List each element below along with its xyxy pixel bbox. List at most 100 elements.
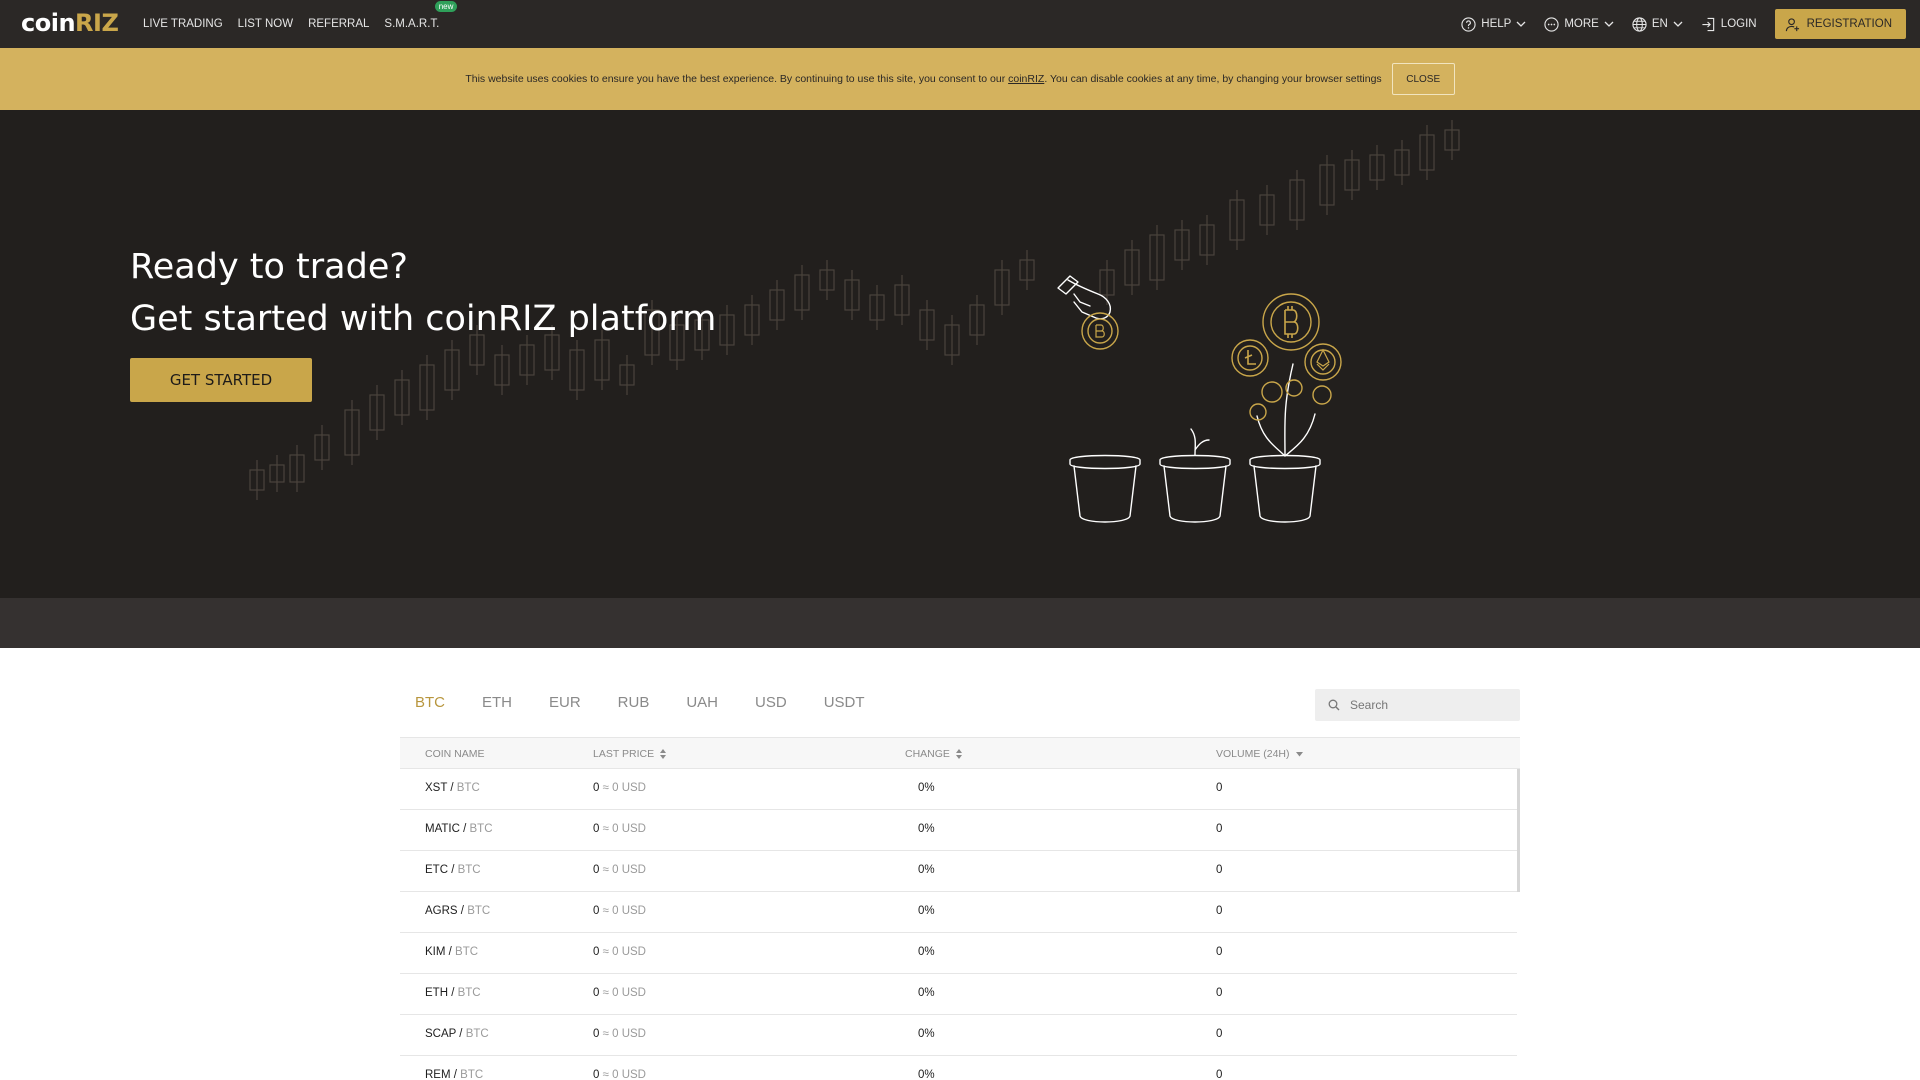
coin-pair: SCAP / BTC xyxy=(425,1028,489,1040)
table-row[interactable]: ETH / BTC 0 ≈ 0 USD 0% 0 xyxy=(400,974,1517,1015)
more-label: MORE xyxy=(1564,18,1599,30)
hero-title-line2: Get started with coinRIZ platform xyxy=(130,299,717,339)
volume-value: 0 xyxy=(1216,823,1223,835)
hero-title-line1: Ready to trade? xyxy=(130,247,408,287)
table-row[interactable]: MATIC / BTC 0 ≈ 0 USD 0% 0 xyxy=(400,810,1517,851)
price-value: 0 xyxy=(593,1028,600,1040)
tab-usd[interactable]: USD xyxy=(755,694,787,711)
table-row[interactable]: AGRS / BTC 0 ≈ 0 USD 0% 0 xyxy=(400,892,1517,933)
coin-pair: ETC / BTC xyxy=(425,864,481,876)
nav-link-referral[interactable]: REFERRAL xyxy=(308,18,369,30)
change-value: 0% xyxy=(918,782,935,794)
last-price: 0 ≈ 0 USD xyxy=(593,946,646,958)
price-value: 0 xyxy=(593,905,600,917)
hero-section: Ready to trade? Get started with coinRIZ… xyxy=(0,110,1920,598)
column-last-price[interactable]: LAST PRICE xyxy=(593,748,667,760)
login-icon xyxy=(1702,17,1715,31)
price-value: 0 xyxy=(593,946,600,958)
coin-pair: AGRS / BTC xyxy=(425,905,491,917)
cookie-policy-link[interactable]: coinRIZ xyxy=(1008,73,1044,85)
cookie-text-before: This website uses cookies to ensure you … xyxy=(465,73,1009,85)
help-menu[interactable]: HELP xyxy=(1461,16,1526,32)
hero-bottom-band xyxy=(0,598,1920,648)
price-usd: ≈ 0 USD xyxy=(602,864,646,876)
change-value: 0% xyxy=(918,864,935,876)
table-row[interactable]: XST / BTC 0 ≈ 0 USD 0% 0 xyxy=(400,769,1517,810)
coin-symbol: SCAP xyxy=(425,1028,457,1040)
table-row[interactable]: KIM / BTC 0 ≈ 0 USD 0% 0 xyxy=(400,933,1517,974)
chevron-down-icon xyxy=(1604,21,1614,27)
registration-button[interactable]: REGISTRATION xyxy=(1774,9,1906,39)
price-usd: ≈ 0 USD xyxy=(602,1028,646,1040)
coin-pair: ETH / BTC xyxy=(425,987,481,999)
login-label: LOGIN xyxy=(1720,18,1757,30)
column-change[interactable]: CHANGE xyxy=(905,748,962,760)
nav-link-smart[interactable]: S.M.A.R.T. new xyxy=(384,1,458,30)
coin-symbol: REM xyxy=(425,1069,451,1080)
change-value: 0% xyxy=(918,946,935,958)
help-icon xyxy=(1461,16,1476,32)
coin-pair: XST / BTC xyxy=(425,782,480,794)
price-usd: ≈ 0 USD xyxy=(602,823,646,835)
market-section: BTC ETH EUR RUB UAH USD USDT COIN NAME L… xyxy=(400,648,1520,1080)
chevron-down-icon xyxy=(1673,21,1683,27)
last-price: 0 ≈ 0 USD xyxy=(593,987,646,999)
get-started-button[interactable]: GET STARTED xyxy=(130,358,312,402)
price-usd: ≈ 0 USD xyxy=(602,782,646,794)
change-value: 0% xyxy=(918,1028,935,1040)
coinriz-logo[interactable]: coinRIZ xyxy=(21,9,119,37)
coin-symbol: XST xyxy=(425,782,448,794)
volume-value: 0 xyxy=(1216,905,1223,917)
price-value: 0 xyxy=(593,823,600,835)
cookie-text-after: . You can disable cookies at any time, b… xyxy=(1044,73,1382,85)
change-value: 0% xyxy=(918,905,935,917)
tab-rub[interactable]: RUB xyxy=(618,694,650,711)
quote-symbol: BTC xyxy=(467,905,491,917)
search-icon xyxy=(1328,699,1340,711)
market-rows: XST / BTC 0 ≈ 0 USD 0% 0 MATIC / BTC 0 ≈ 0 US… xyxy=(400,769,1517,1080)
cookie-close-button[interactable]: CLOSE xyxy=(1391,63,1455,95)
logo-prefix: coin xyxy=(21,9,76,37)
volume-value: 0 xyxy=(1216,987,1223,999)
tab-usdt[interactable]: USDT xyxy=(824,694,865,711)
login-link[interactable]: LOGIN xyxy=(1701,17,1757,32)
column-change-label: CHANGE xyxy=(905,748,950,760)
nav-link-live-trading[interactable]: LIVE TRADING xyxy=(143,18,223,30)
last-price: 0 ≈ 0 USD xyxy=(593,864,646,876)
volume-value: 0 xyxy=(1216,946,1223,958)
last-price: 0 ≈ 0 USD xyxy=(593,823,646,835)
tab-uah[interactable]: UAH xyxy=(686,694,718,711)
language-menu[interactable]: EN xyxy=(1632,16,1683,32)
table-row[interactable]: REM / BTC 0 ≈ 0 USD 0% 0 xyxy=(400,1056,1517,1080)
sort-icon xyxy=(955,749,962,759)
top-navbar: coinRIZ LIVE TRADING LIST NOW REFERRAL S… xyxy=(0,0,1920,48)
column-volume[interactable]: VOLUME (24H) xyxy=(1216,748,1303,760)
more-menu[interactable]: MORE xyxy=(1544,16,1614,32)
logo-suffix: RIZ xyxy=(75,9,119,37)
quote-symbol: BTC xyxy=(455,946,479,958)
price-usd: ≈ 0 USD xyxy=(602,905,646,917)
last-price: 0 ≈ 0 USD xyxy=(593,782,646,794)
table-row[interactable]: SCAP / BTC 0 ≈ 0 USD 0% 0 xyxy=(400,1015,1517,1056)
table-header: COIN NAME LAST PRICE CHANGE VOLUME (24H) xyxy=(400,737,1520,769)
quote-symbol: BTC xyxy=(469,823,493,835)
table-row[interactable]: ETC / BTC 0 ≈ 0 USD 0% 0 xyxy=(400,851,1517,892)
cookie-message: This website uses cookies to ensure you … xyxy=(465,73,1381,85)
tab-eth[interactable]: ETH xyxy=(482,694,512,711)
column-coin-name-label: COIN NAME xyxy=(425,748,485,760)
nav-link-list-now[interactable]: LIST NOW xyxy=(238,18,293,30)
nav-links: LIVE TRADING LIST NOW REFERRAL S.M.A.R.T… xyxy=(143,0,458,48)
tab-btc[interactable]: BTC xyxy=(415,694,445,711)
price-usd: ≈ 0 USD xyxy=(602,1069,646,1080)
tab-eur[interactable]: EUR xyxy=(549,694,581,711)
sort-icon xyxy=(660,749,667,759)
price-value: 0 xyxy=(593,864,600,876)
quote-symbol: BTC xyxy=(465,1028,489,1040)
volume-value: 0 xyxy=(1216,864,1223,876)
price-usd: ≈ 0 USD xyxy=(602,987,646,999)
search-input[interactable] xyxy=(1350,698,1510,712)
change-value: 0% xyxy=(918,987,935,999)
coin-symbol: KIM xyxy=(425,946,446,958)
candlestick-background xyxy=(249,120,1460,500)
table-scrollbar[interactable] xyxy=(1517,769,1520,892)
